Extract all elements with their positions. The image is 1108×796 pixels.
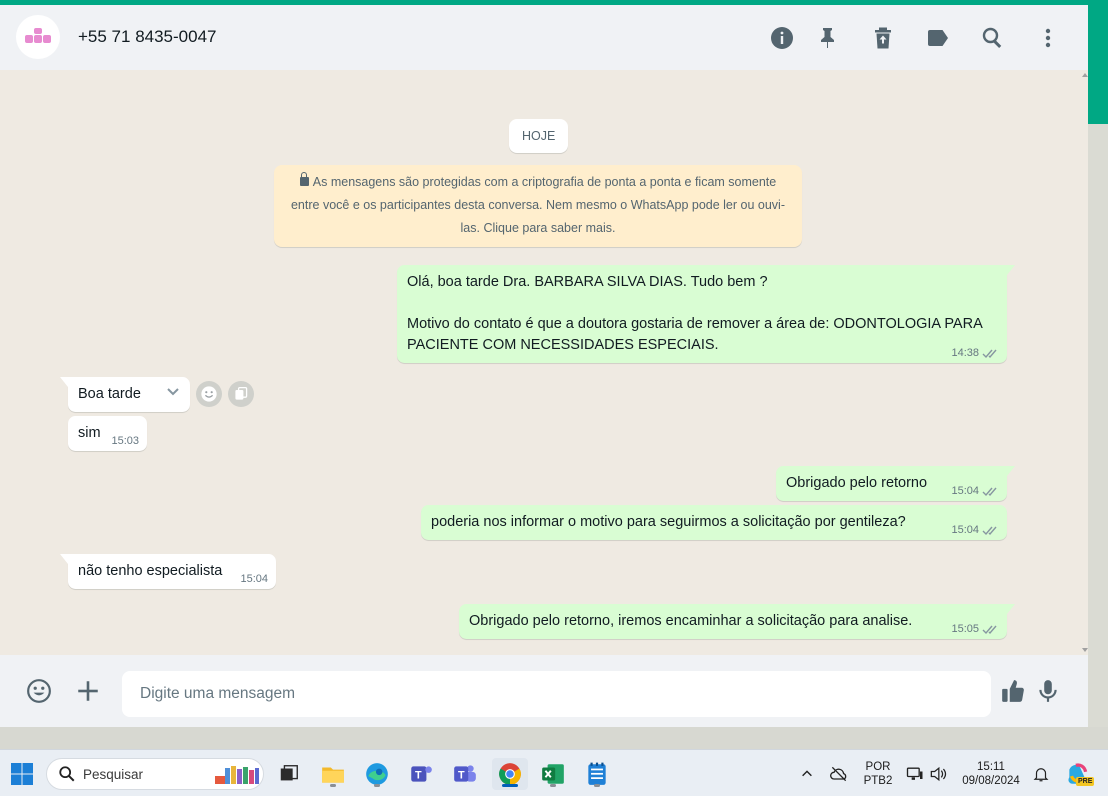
window-scroll-thumb[interactable] <box>1088 5 1108 124</box>
svg-text:T: T <box>458 769 465 781</box>
message-meta: 15:04 <box>951 524 999 536</box>
chevron-up-icon[interactable] <box>791 758 823 790</box>
message-bubble-out[interactable]: poderia nos informar o motivo para segui… <box>421 505 1007 540</box>
contact-avatar[interactable] <box>16 15 60 59</box>
keyboard-layout: PTB2 <box>863 775 893 787</box>
task-view-icon[interactable] <box>273 758 305 790</box>
avatar-logo-icon <box>25 28 51 46</box>
teams-work-icon[interactable]: T <box>405 758 437 790</box>
notepad-icon[interactable] <box>581 758 613 790</box>
file-explorer-icon[interactable] <box>317 758 349 790</box>
whatsapp-window: +55 71 8435-0047 HOJE As mensagens são p… <box>0 5 1088 727</box>
message-bubble-in[interactable]: sim 15:03 <box>68 416 147 451</box>
attach-plus-icon[interactable] <box>74 677 102 705</box>
notification-bell-icon[interactable] <box>1025 758 1057 790</box>
running-indicator <box>550 784 556 787</box>
volume-icon[interactable] <box>922 758 954 790</box>
teams-icon[interactable]: T <box>449 758 481 790</box>
taskbar-search-label: Pesquisar <box>83 767 144 782</box>
language-indicator[interactable]: POR PTB2 <box>860 760 896 788</box>
read-ticks-icon <box>982 348 999 359</box>
taskbar-search[interactable]: Pesquisar <box>46 758 264 790</box>
message-text: não tenho especialista <box>78 563 223 579</box>
svg-text:T: T <box>415 769 422 781</box>
read-ticks-icon <box>982 525 999 536</box>
windows-taskbar: Pesquisar T T POR PTB2 15:11 09/08/2024 … <box>0 749 1108 796</box>
search-icon <box>59 766 75 782</box>
message-time: 14:38 <box>951 347 979 359</box>
running-indicator <box>594 784 600 787</box>
thumbs-up-icon[interactable] <box>999 677 1027 705</box>
message-time: 15:05 <box>951 623 979 635</box>
message-composer <box>0 655 1088 727</box>
encryption-notice-text: As mensagens são protegidas com a cripto… <box>290 175 785 235</box>
archive-delete-icon[interactable] <box>870 25 896 51</box>
read-ticks-icon <box>982 486 999 497</box>
message-meta: 15:05 <box>951 623 999 635</box>
excel-icon[interactable] <box>537 758 569 790</box>
message-time: 15:04 <box>951 485 979 497</box>
message-text: Obrigado pelo retorno, iremos encaminhar… <box>469 613 913 629</box>
language-code: POR <box>865 761 891 773</box>
message-text: Olá, boa tarde Dra. BARBARA SILVA DIAS. … <box>407 274 982 353</box>
clock-date: 09/08/2024 <box>962 775 1020 787</box>
message-list[interactable]: HOJE As mensagens são protegidas com a c… <box>0 70 1088 655</box>
read-ticks-icon <box>982 624 999 635</box>
message-text: poderia nos informar o motivo para segui… <box>431 514 906 530</box>
running-indicator-active <box>502 784 518 787</box>
message-bubble-out[interactable]: Olá, boa tarde Dra. BARBARA SILVA DIAS. … <box>397 265 1015 363</box>
message-time: 15:04 <box>240 573 268 585</box>
microphone-icon[interactable] <box>1034 677 1062 705</box>
edge-browser-icon[interactable] <box>361 758 393 790</box>
encryption-notice[interactable]: As mensagens são protegidas com a cripto… <box>274 165 802 247</box>
message-time: 15:03 <box>111 435 139 447</box>
onedrive-offline-icon[interactable] <box>823 758 855 790</box>
start-windows-icon[interactable] <box>6 758 38 790</box>
message-meta: 15:04 <box>951 485 999 497</box>
clock[interactable]: 15:11 09/08/2024 <box>958 760 1024 788</box>
copilot-icon[interactable]: PRE <box>1062 758 1095 790</box>
message-bubble-out[interactable]: Obrigado pelo retorno 15:04 <box>776 466 1015 501</box>
pin-icon[interactable] <box>815 25 841 51</box>
running-indicator <box>330 784 336 787</box>
menu-icon[interactable] <box>1035 25 1061 51</box>
running-indicator <box>374 784 380 787</box>
chrome-icon[interactable] <box>492 758 528 790</box>
books-decoration-icon <box>215 766 259 784</box>
emoji-react-icon[interactable] <box>196 381 222 407</box>
chevron-down-icon[interactable] <box>164 383 182 401</box>
message-input[interactable] <box>122 671 991 717</box>
lock-icon <box>299 172 309 186</box>
date-chip: HOJE <box>509 119 569 153</box>
copy-icon[interactable] <box>228 381 254 407</box>
label-icon[interactable] <box>925 25 951 51</box>
info-icon[interactable] <box>769 25 795 51</box>
desktop-background <box>0 727 1108 749</box>
message-bubble-in[interactable]: Boa tarde <box>60 377 190 412</box>
message-bubble-in[interactable]: não tenho especialista 15:04 <box>60 554 276 589</box>
clock-time: 15:11 <box>977 761 1005 773</box>
emoji-icon[interactable] <box>25 677 53 705</box>
contact-name[interactable]: +55 71 8435-0047 <box>78 27 217 47</box>
message-bubble-out[interactable]: Obrigado pelo retorno, iremos encaminhar… <box>459 604 1015 639</box>
search-icon[interactable] <box>980 25 1006 51</box>
copilot-badge: PRE <box>1076 777 1095 786</box>
message-time: 15:04 <box>951 524 979 536</box>
message-meta: 14:38 <box>951 347 999 359</box>
chat-header: +55 71 8435-0047 <box>0 5 1088 70</box>
